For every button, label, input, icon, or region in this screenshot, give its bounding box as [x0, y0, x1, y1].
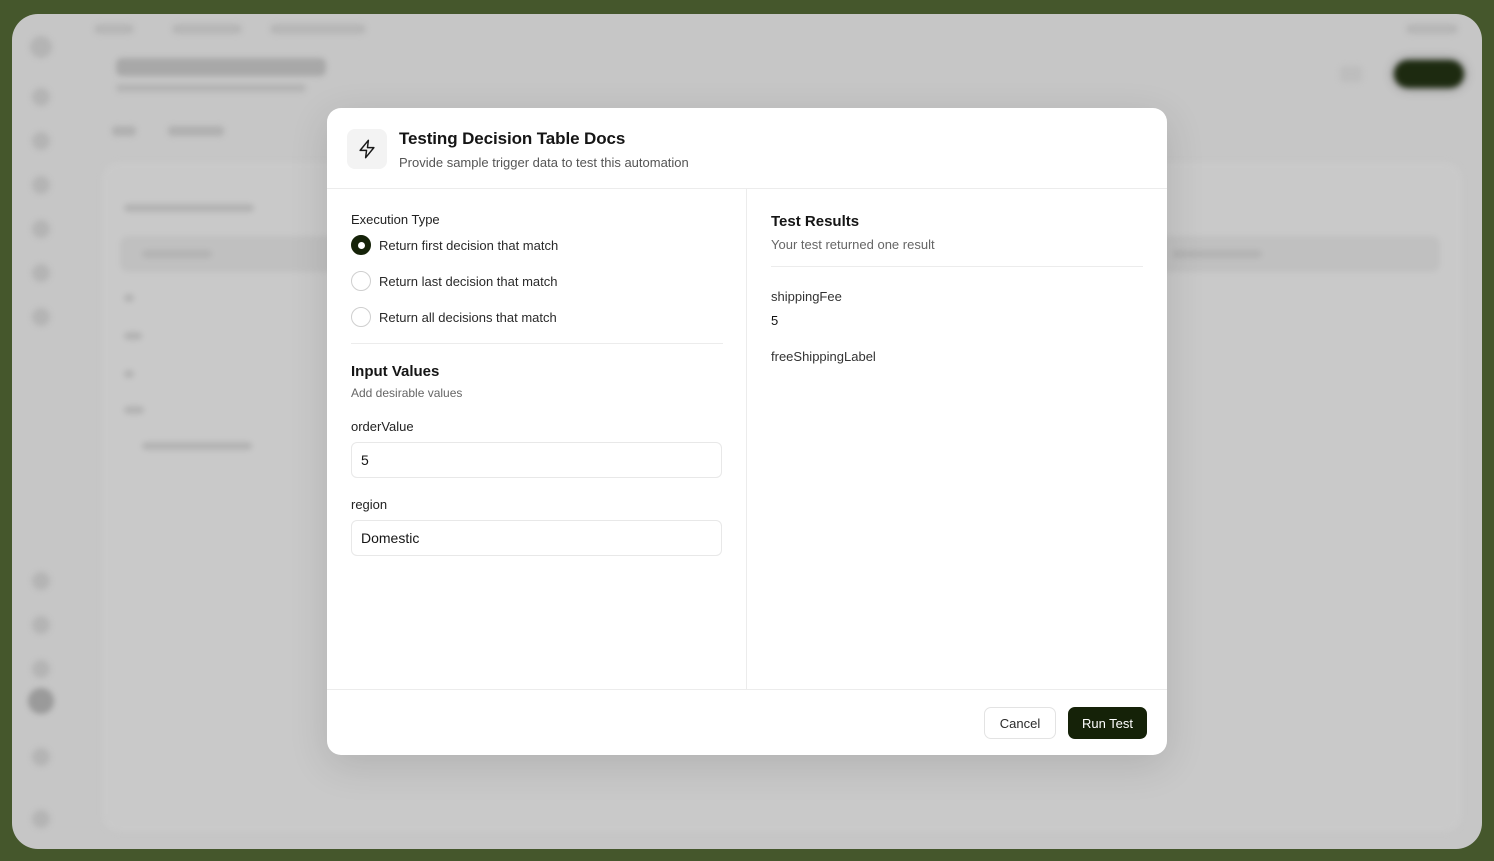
lightning-bolt-icon	[347, 129, 387, 169]
dialog-header: Testing Decision Table Docs Provide samp…	[327, 108, 1167, 189]
radio-button-all[interactable]	[351, 307, 371, 327]
background-sidebar	[12, 14, 72, 849]
results-pane: Test Results Your test returned one resu…	[747, 189, 1167, 689]
dialog-subtitle: Provide sample trigger data to test this…	[399, 155, 689, 170]
radio-option-all[interactable]: Return all decisions that match	[351, 307, 557, 327]
run-test-button[interactable]: Run Test	[1068, 707, 1147, 739]
test-results-summary: Your test returned one result	[771, 237, 935, 252]
dialog-title: Testing Decision Table Docs	[399, 129, 626, 148]
region-input[interactable]	[351, 520, 722, 556]
radio-button-first[interactable]	[351, 235, 371, 255]
input-values-hint: Add desirable values	[351, 386, 463, 400]
radio-option-last[interactable]: Return last decision that match	[351, 271, 557, 291]
radio-button-last[interactable]	[351, 271, 371, 291]
result-key-shipping-fee: shippingFee	[771, 289, 842, 304]
input-pane: Execution Type Return first decision tha…	[327, 189, 747, 689]
result-key-free-shipping-label: freeShippingLabel	[771, 349, 876, 364]
result-value-shipping-fee: 5	[771, 313, 779, 328]
order-value-input[interactable]	[351, 442, 722, 478]
test-results-heading: Test Results	[771, 213, 860, 230]
dialog-footer: Cancel Run Test	[327, 689, 1167, 755]
execution-type-label: Execution Type	[351, 212, 440, 227]
region-label: region	[351, 497, 388, 512]
results-divider	[771, 266, 1143, 267]
order-value-label: orderValue	[351, 419, 414, 434]
test-automation-dialog: Testing Decision Table Docs Provide samp…	[327, 108, 1167, 755]
section-divider	[351, 343, 723, 344]
cancel-button[interactable]: Cancel	[984, 707, 1056, 739]
radio-option-first[interactable]: Return first decision that match	[351, 235, 558, 255]
input-values-heading: Input Values	[351, 363, 440, 380]
radio-label-all: Return all decisions that match	[379, 309, 557, 325]
radio-label-last: Return last decision that match	[379, 273, 558, 289]
radio-label-first: Return first decision that match	[379, 237, 559, 253]
